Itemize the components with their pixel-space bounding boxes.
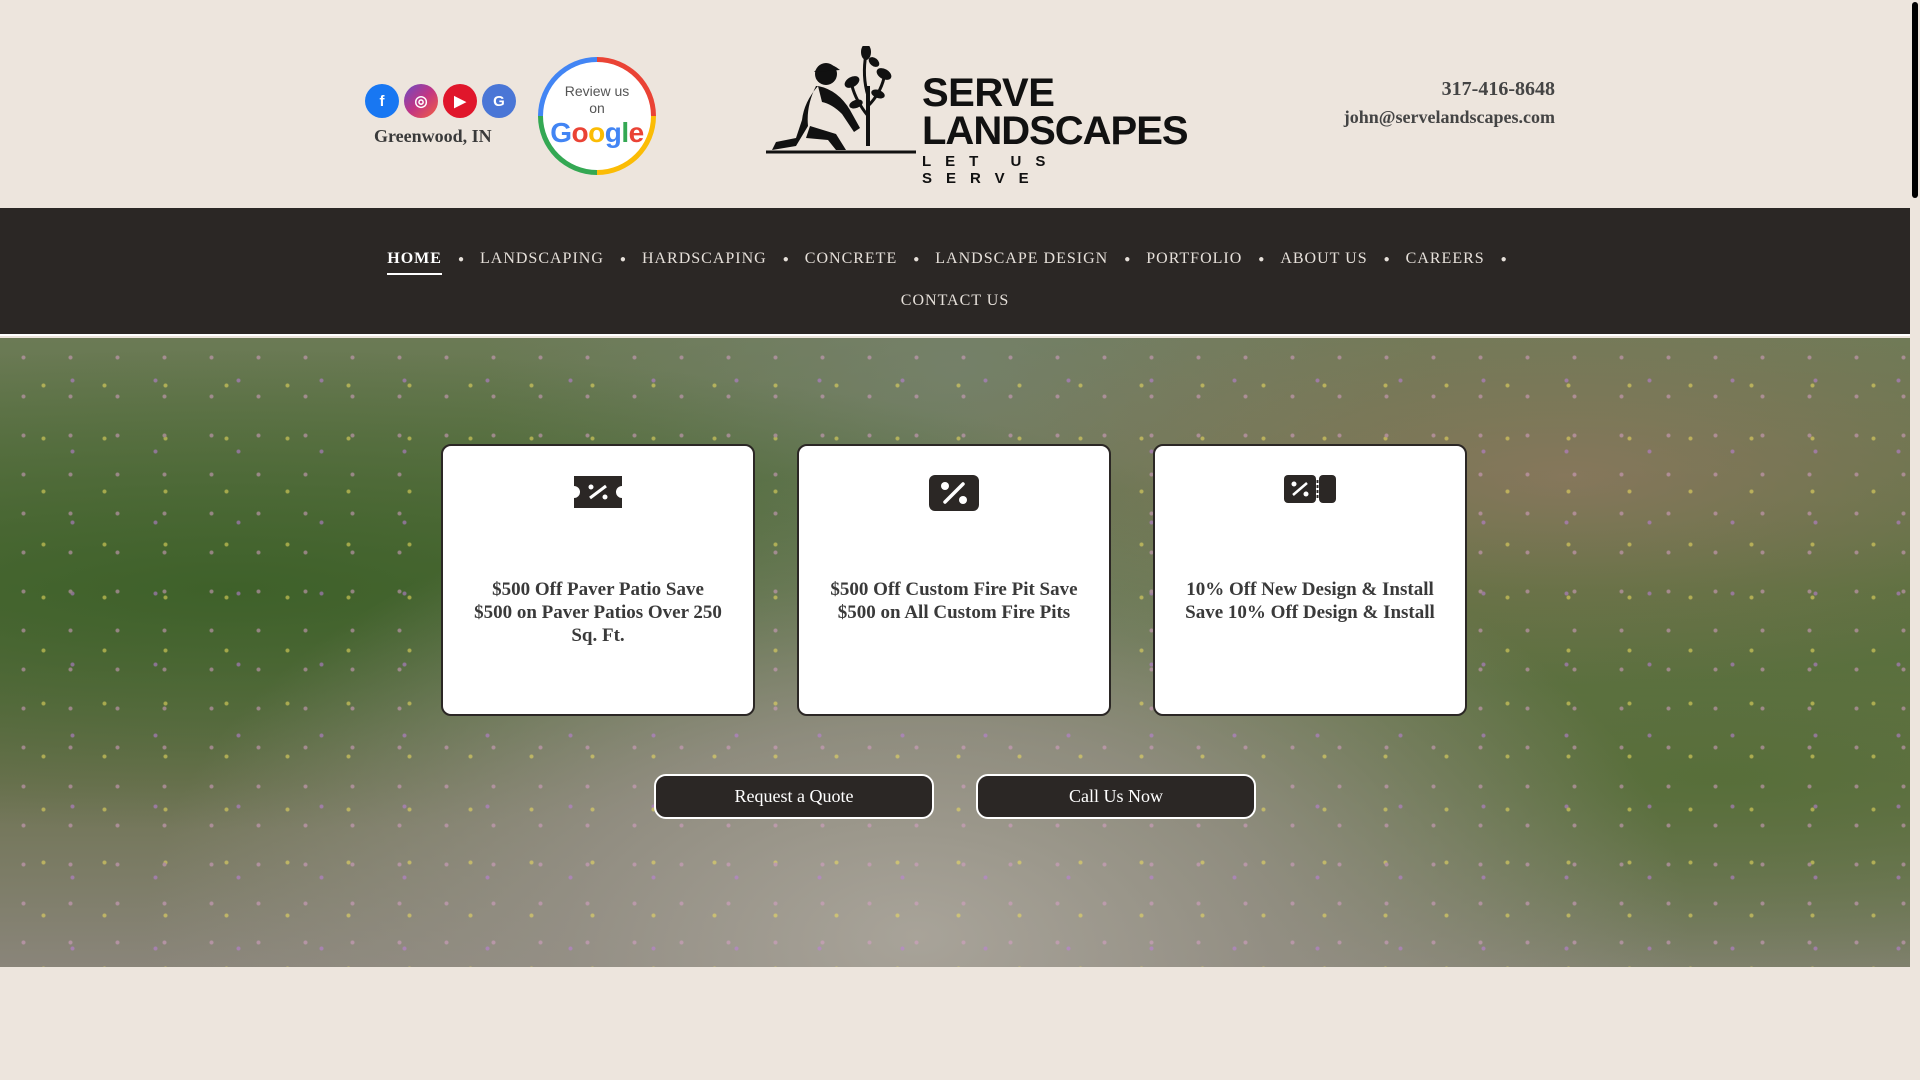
percent-badge-icon [929,475,979,511]
social-links: f ◎ ▶ G [365,84,516,118]
nav-separator: ● [1258,253,1265,265]
logo-wordmark: SERVE LANDSCAPES LET US SERVE [922,71,1189,187]
offer-card: $500 Off Paver Patio Save $500 on Paver … [441,444,755,716]
nav-item-landscape-design[interactable]: LANDSCAPE DESIGN [935,242,1108,276]
nav-item-hardscaping[interactable]: HARDSCAPING [642,242,767,276]
nav-separator: ● [1124,253,1131,265]
page-scrollbar[interactable] [1910,0,1920,1080]
review-badge-line2: on [589,100,605,116]
logo-line1: SERVE [922,71,1055,115]
site-header: f ◎ ▶ G Greenwood, IN Review us on Googl… [0,0,1910,208]
nav-item-about-us[interactable]: ABOUT US [1280,242,1367,276]
logo-tagline: LET US SERVE [922,153,1060,187]
main-nav: HOME ● LANDSCAPING ● HARDSCAPING ● CONCR… [0,208,1910,336]
facebook-icon[interactable]: f [365,84,399,118]
nav-row-secondary: CONTACT US [0,284,1910,318]
location-label: Greenwood, IN [374,126,492,146]
site-logo[interactable]: SERVE LANDSCAPES LET US SERVE [766,46,1189,187]
logo-line2: LANDSCAPES [922,109,1189,153]
google-review-badge[interactable]: Review us on Google [538,57,656,175]
nav-separator: ● [457,253,464,265]
offer-card: $500 Off Custom Fire Pit Save $500 on Al… [797,444,1111,716]
nav-separator: ● [782,253,789,265]
call-us-now-button[interactable]: Call Us Now [976,774,1256,819]
discount-ticket-icon [574,476,622,508]
gardener-planting-tree-icon [766,46,916,154]
offer-card: 10% Off New Design & Install Save 10% Of… [1153,444,1467,716]
nav-item-home[interactable]: HOME [387,242,442,276]
request-quote-button[interactable]: Request a Quote [654,774,934,819]
nav-item-careers[interactable]: CAREERS [1406,242,1485,276]
phone-link[interactable]: 317-416-8648 [1344,76,1555,102]
nav-item-portfolio[interactable]: PORTFOLIO [1146,242,1242,276]
offer-text: $500 Off Paver Patio Save $500 on Paver … [474,579,722,646]
nav-separator: ● [1500,253,1507,265]
hero-section: $500 Off Paver Patio Save $500 on Paver … [0,338,1910,967]
nav-item-landscaping[interactable]: LANDSCAPING [480,242,604,276]
nav-row-primary: HOME ● LANDSCAPING ● HARDSCAPING ● CONCR… [0,242,1910,276]
email-link[interactable]: john@servelandscapes.com [1344,102,1555,132]
nav-item-contact-us[interactable]: CONTACT US [901,284,1009,318]
google-wordmark: Google [550,117,644,148]
offer-text: $500 Off Custom Fire Pit Save $500 on Al… [830,579,1078,623]
google-business-icon[interactable]: G [482,84,516,118]
review-badge-line1: Review us [564,83,630,99]
youtube-icon[interactable]: ▶ [443,84,477,118]
offer-text: 10% Off New Design & Install Save 10% Of… [1185,579,1435,623]
nav-separator: ● [913,253,920,265]
coupon-tag-icon [1284,475,1336,503]
nav-item-concrete[interactable]: CONCRETE [805,242,897,276]
nav-separator: ● [1383,253,1390,265]
header-contact: 317-416-8648 john@servelandscapes.com [1344,76,1555,132]
instagram-icon[interactable]: ◎ [404,84,438,118]
scrollbar-thumb[interactable] [1912,2,1918,198]
nav-separator: ● [619,253,626,265]
